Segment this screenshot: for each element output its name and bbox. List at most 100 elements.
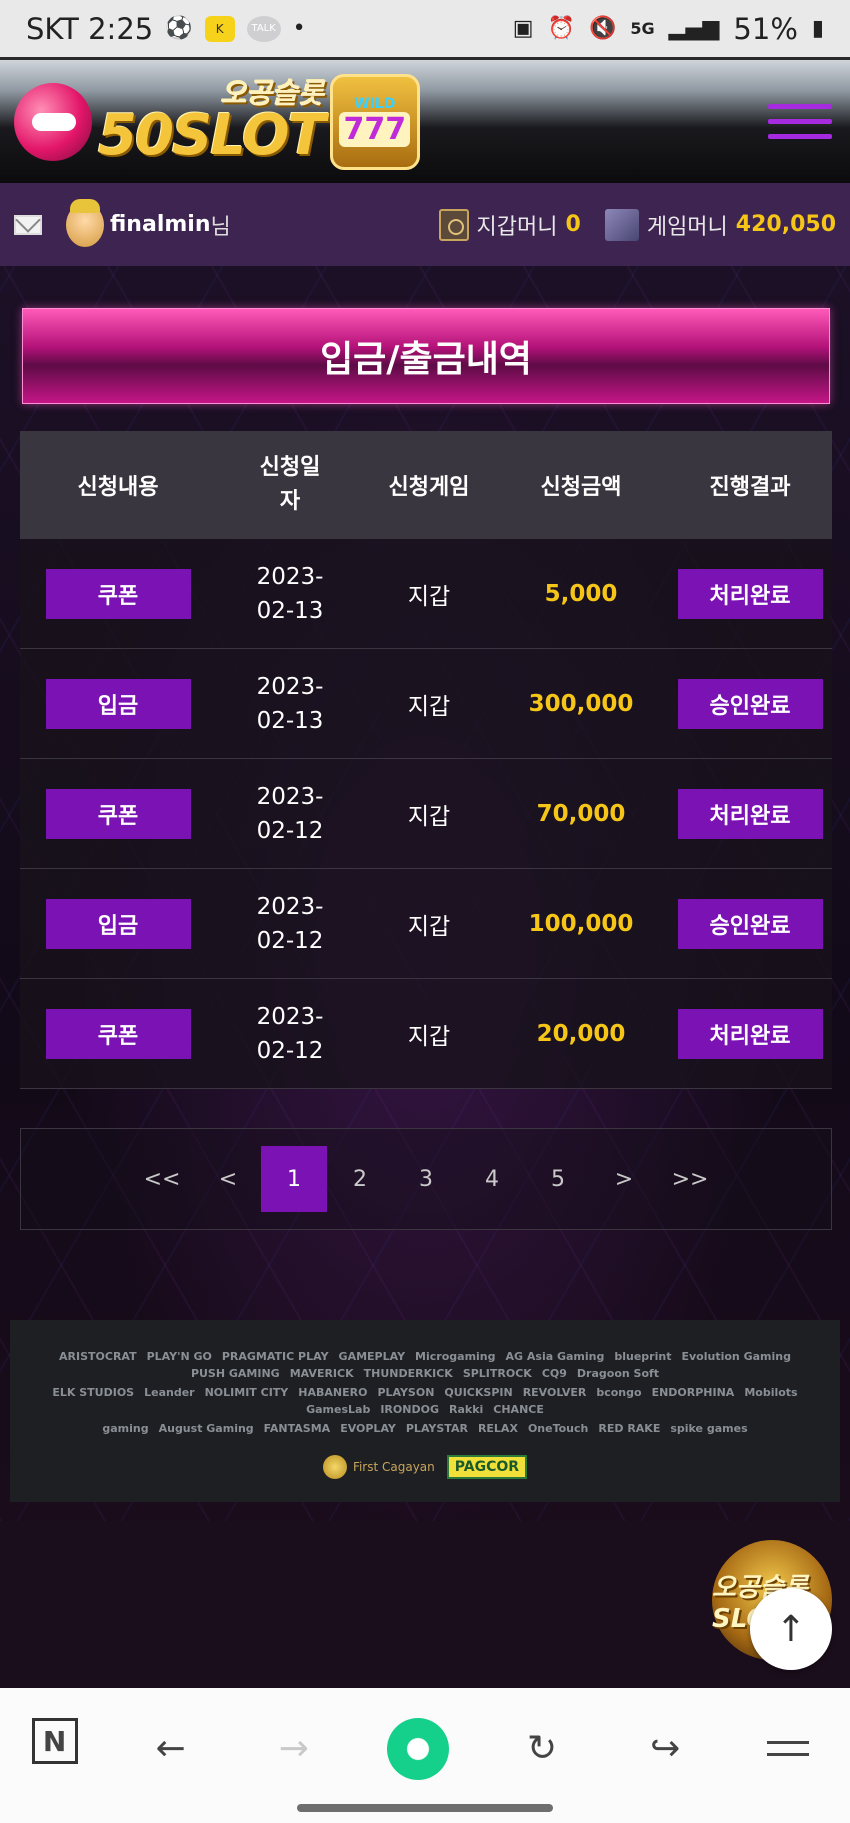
user-bar: finalmin 님 지갑머니 0 게임머니 420,050 (0, 183, 850, 266)
site-logo[interactable]: 오공슬롯 50SLOT WILD 777 (14, 67, 420, 177)
page-button-4[interactable]: 4 (459, 1146, 525, 1212)
table-header: 신청내용 신청일 자 신청게임 신청금액 진행결과 (20, 431, 832, 539)
first-cagayan-logo: First Cagayan (322, 1455, 435, 1479)
page-button-1[interactable]: 1 (261, 1146, 327, 1212)
result-badge: 처리완료 (677, 1008, 823, 1059)
provider-logo: spike games (670, 1422, 748, 1435)
game-money[interactable]: 게임머니 420,050 (604, 208, 836, 241)
reload-icon[interactable]: ↻ (512, 1718, 572, 1778)
kakao-icon: K (204, 15, 235, 42)
menu-line-icon (768, 104, 832, 109)
header-amount: 신청금액 (540, 475, 622, 500)
game-money-label: 게임머니 (646, 214, 728, 240)
menu-button[interactable] (768, 104, 832, 139)
provider-logo: ENDORPHINA (651, 1386, 735, 1399)
amount-cell: 70,000 (536, 800, 626, 827)
date-cell: 2023- 02-13 (216, 560, 364, 628)
username-suffix: 님 (210, 214, 231, 240)
result-badge: 승인완료 (677, 678, 823, 729)
page-button-3[interactable]: 3 (393, 1146, 459, 1212)
provider-logo: Mobilots (744, 1386, 798, 1399)
provider-logo: PLAY'N GO (146, 1350, 212, 1363)
prev-page-button[interactable]: < (195, 1146, 261, 1212)
game-cell: 지갑 (407, 1023, 451, 1050)
amount-cell: 20,000 (536, 1020, 626, 1047)
game-money-value: 420,050 (735, 212, 836, 237)
wallet-money[interactable]: 지갑머니 0 (438, 208, 581, 241)
date-line: 02-13 (256, 707, 324, 734)
result-badge: 처리완료 (677, 568, 823, 619)
provider-logo: Microgaming (415, 1350, 496, 1363)
provider-logo: QUICKSPIN (444, 1386, 513, 1399)
date-line: 02-12 (256, 1037, 324, 1064)
last-page-button[interactable]: >> (657, 1146, 723, 1212)
date-cell: 2023- 02-12 (216, 890, 364, 958)
provider-logo: GamesLab (306, 1403, 371, 1416)
provider-logo: RED RAKE (598, 1422, 661, 1435)
menu-line-icon (767, 1740, 810, 1744)
network-icon: 5G (630, 19, 655, 38)
date-line: 2023- (256, 783, 324, 810)
provider-logo: HABANERO (298, 1386, 368, 1399)
header-game: 신청게임 (388, 475, 470, 500)
page-button-2[interactable]: 2 (327, 1146, 393, 1212)
table-row: 입금 2023- 02-13 지갑 300,000 승인완료 (20, 649, 832, 759)
header-type: 신청내용 (77, 475, 159, 500)
status-bar: SKT 2:25 ⚽ K TALK • ▣ ⏰ 🔇 5G ▂▄▆ 51% ▮ (0, 0, 850, 60)
browser-toolbar: N ← → ↻ ↪ (0, 1688, 850, 1823)
date-line: 2023- (256, 1003, 324, 1030)
game-box-icon (604, 208, 639, 241)
username[interactable]: finalmin (110, 212, 210, 237)
logo-wild: WILD (354, 96, 396, 112)
game-cell: 지갑 (407, 583, 451, 610)
wallet-label: 지갑머니 (476, 214, 558, 240)
date-line: 02-13 (256, 597, 324, 624)
date-line: 2023- (256, 673, 324, 700)
provider-logo: PRAGMATIC PLAY (221, 1350, 329, 1363)
provider-logo: CHANCE (493, 1403, 544, 1416)
provider-logo: MAVERICK (289, 1367, 354, 1380)
table-row: 입금 2023- 02-12 지갑 100,000 승인완료 (20, 869, 832, 979)
date-line: 02-12 (256, 817, 324, 844)
amount-cell: 100,000 (528, 910, 634, 937)
menu-line-icon (768, 119, 832, 124)
history-table: 신청내용 신청일 자 신청게임 신청금액 진행결과 쿠폰 2023- 02-13 … (20, 431, 832, 1089)
pagcor-logo: PAGCOR (446, 1455, 528, 1479)
mute-icon: 🔇 (588, 16, 617, 41)
green-dot-home-icon[interactable] (386, 1718, 449, 1780)
clipboard-icon: ▣ (512, 16, 534, 41)
game-cell: 지갑 (407, 913, 451, 940)
provider-logo: August Gaming (158, 1422, 254, 1435)
soccer-icon: ⚽ (165, 16, 193, 41)
carrier-time: SKT 2:25 (26, 11, 154, 46)
date-cell: 2023- 02-12 (216, 780, 364, 848)
back-arrow-icon[interactable]: ← (141, 1718, 201, 1778)
mail-icon[interactable] (14, 214, 42, 235)
lips-cherry-icon (14, 82, 92, 161)
provider-logo: REVOLVER (522, 1386, 587, 1399)
home-indicator (297, 1804, 553, 1812)
date-line: 02-12 (256, 927, 324, 954)
header-result: 진행결과 (709, 475, 791, 500)
provider-logo: bcongo (596, 1386, 642, 1399)
result-badge: 처리완료 (677, 788, 823, 839)
menu-icon[interactable] (758, 1718, 818, 1778)
date-cell: 2023- 02-12 (216, 1000, 364, 1068)
scroll-top-button[interactable]: ↑ (750, 1588, 832, 1670)
battery-icon: ▮ (811, 16, 824, 41)
coin-icon (322, 1455, 347, 1479)
page-button-5[interactable]: 5 (525, 1146, 591, 1212)
type-badge: 쿠폰 (45, 1008, 191, 1059)
type-badge: 쿠폰 (45, 568, 191, 619)
next-page-button[interactable]: > (591, 1146, 657, 1212)
naver-home-button[interactable]: N (31, 1718, 78, 1764)
forward-arrow-icon[interactable]: → (264, 1718, 324, 1778)
date-line: 2023- (256, 893, 324, 920)
type-badge: 쿠폰 (45, 788, 191, 839)
provider-logo: Rakki (448, 1403, 484, 1416)
table-row: 쿠폰 2023- 02-12 지갑 70,000 처리완료 (20, 759, 832, 869)
share-icon[interactable]: ↪ (635, 1718, 695, 1778)
site-header: 오공슬롯 50SLOT WILD 777 (0, 60, 850, 183)
provider-logo: Dragoon Soft (576, 1367, 660, 1380)
first-page-button[interactable]: << (129, 1146, 195, 1212)
